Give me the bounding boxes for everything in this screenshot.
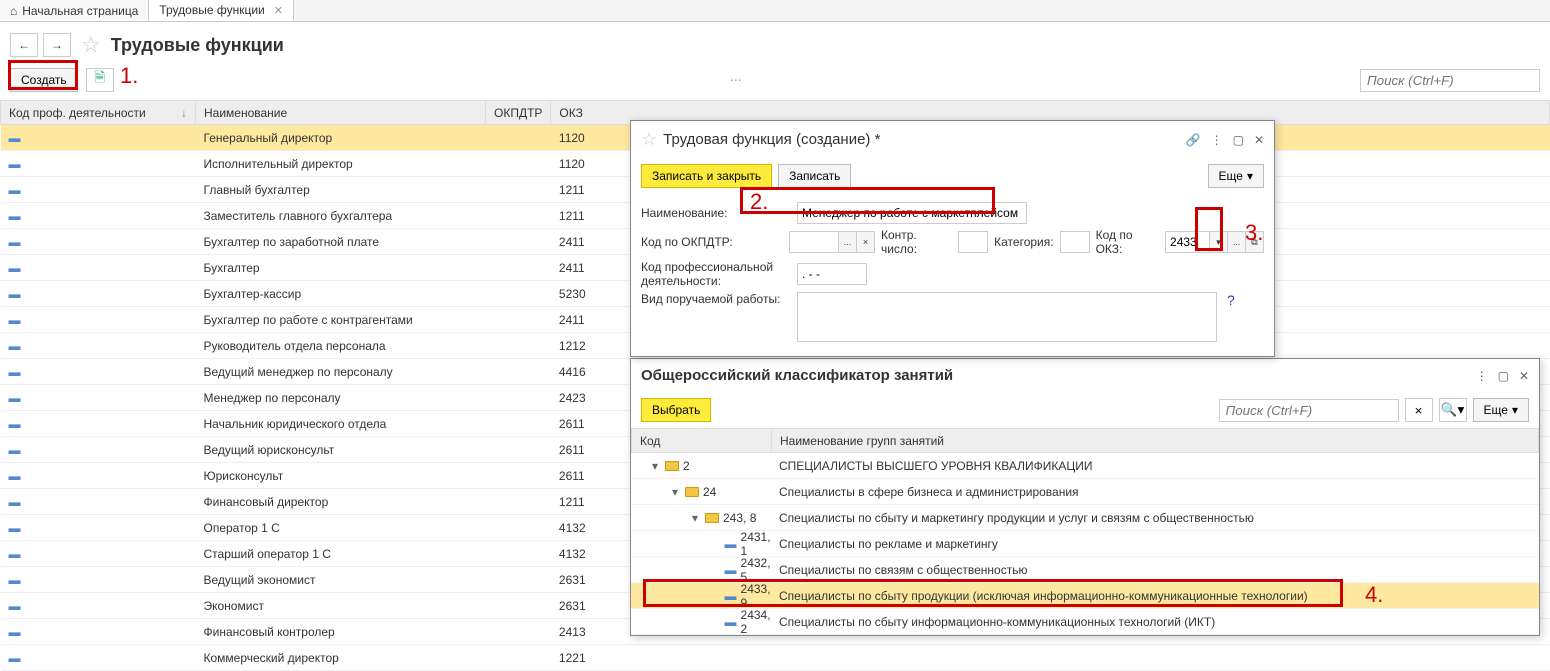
search-input[interactable] (1360, 69, 1540, 92)
forward-button[interactable]: → (43, 33, 71, 57)
more-icon[interactable]: ⋮ (1211, 133, 1223, 147)
tree-row[interactable]: ▬2432, 5Специалисты по связям с обществе… (631, 557, 1539, 583)
classifier-find[interactable]: 🔍▾ (1439, 398, 1467, 422)
more-icon[interactable]: ⋮ (1476, 369, 1488, 383)
save-button[interactable]: Записать (778, 164, 851, 188)
prof-label: Код профессиональной деятельности: (641, 260, 791, 288)
okpdtr-pick[interactable]: ... (839, 231, 857, 253)
star-icon[interactable]: ☆ (81, 32, 101, 58)
name-label: Наименование: (641, 206, 791, 220)
dialog-star-icon[interactable]: ☆ (641, 129, 657, 150)
back-button[interactable]: ← (10, 33, 38, 57)
col-code[interactable]: Код проф. деятельности↓ (1, 101, 196, 125)
okz-open[interactable]: ⧉ (1246, 231, 1264, 253)
close-icon[interactable]: ✕ (1254, 133, 1264, 147)
okpdtr-label: Код по ОКПДТР: (641, 235, 783, 249)
category-label: Категория: (994, 235, 1053, 249)
okz-field[interactable] (1165, 231, 1210, 253)
create-button[interactable]: Создать (10, 68, 78, 92)
help-icon[interactable]: ? (1227, 292, 1235, 308)
tree-row[interactable]: ▾24Специалисты в сфере бизнеса и админис… (631, 479, 1539, 505)
name-field[interactable] (797, 202, 1027, 224)
tree-row[interactable]: ▾2СПЕЦИАЛИСТЫ ВЫСШЕГО УРОВНЯ КВАЛИФИКАЦИ… (631, 453, 1539, 479)
col-okpdtr[interactable]: ОКПДТР (486, 101, 551, 125)
close-icon[interactable]: ✕ (274, 4, 283, 17)
classifier-clear[interactable]: × (1405, 398, 1433, 422)
table-row[interactable]: ▬Коммерческий директор1221 (1, 645, 1550, 671)
tree-row[interactable]: ▾243, 8Специалисты по сбыту и маркетингу… (631, 505, 1539, 531)
okz-label: Код по ОКЗ: (1096, 228, 1159, 256)
tab-functions-label: Трудовые функции (159, 3, 264, 17)
tree-row[interactable]: ▬2434, 2Специалисты по сбыту информацион… (631, 609, 1539, 635)
tree-row[interactable]: ▬2431, 1Специалисты по рекламе и маркети… (631, 531, 1539, 557)
page-title: Трудовые функции (111, 35, 284, 56)
work-label: Вид поручаемой работы: (641, 292, 791, 306)
folder-icon (685, 487, 699, 497)
check-label: Контр. число: (881, 228, 952, 256)
tab-home-label: Начальная страница (22, 4, 138, 18)
home-icon: ⌂ (10, 4, 17, 18)
category-field[interactable] (1060, 231, 1090, 253)
tab-bar: ⌂ Начальная страница Трудовые функции ✕ (0, 0, 1550, 22)
check-field[interactable] (958, 231, 988, 253)
close-icon[interactable]: ✕ (1519, 369, 1529, 383)
classifier-title: Общероссийский классификатор занятий (641, 367, 1470, 384)
okpdtr-clear[interactable]: × (857, 231, 875, 253)
work-field[interactable] (797, 292, 1217, 342)
toolbar: Создать 🗎 ⋯ (0, 68, 1550, 100)
copy-button[interactable]: 🗎 (86, 68, 114, 92)
tab-functions[interactable]: Трудовые функции ✕ (149, 0, 294, 21)
classifier-search[interactable] (1219, 399, 1399, 422)
prof-field[interactable] (797, 263, 867, 285)
okz-dropdown[interactable]: ▾ (1210, 231, 1228, 253)
tab-home[interactable]: ⌂ Начальная страница (0, 0, 149, 21)
restore-icon[interactable]: ▢ (1233, 133, 1244, 147)
col-name[interactable]: Наименование (196, 101, 486, 125)
classifier-more[interactable]: Еще ▾ (1473, 398, 1529, 422)
cls-col-code[interactable]: Код (632, 429, 772, 453)
okpdtr-field[interactable] (789, 231, 839, 253)
okz-pick[interactable]: ... (1228, 231, 1246, 253)
dialog-title: Трудовая функция (создание) * (663, 131, 1180, 148)
tree-row[interactable]: ▬2433, 9Специалисты по сбыту продукции (… (631, 583, 1539, 609)
select-button[interactable]: Выбрать (641, 398, 711, 422)
cls-col-name[interactable]: Наименование групп занятий (772, 429, 1539, 453)
create-dialog: ☆ Трудовая функция (создание) * 🔗 ⋮ ▢ ✕ … (630, 120, 1275, 357)
folder-icon (705, 513, 719, 523)
header: ← → ☆ Трудовые функции (0, 22, 1550, 68)
link-icon[interactable]: 🔗 (1186, 133, 1201, 147)
more-icon[interactable]: ⋯ (730, 73, 744, 87)
classifier-dialog: Общероссийский классификатор занятий ⋮ ▢… (630, 358, 1540, 636)
folder-icon (665, 461, 679, 471)
save-close-button[interactable]: Записать и закрыть (641, 164, 772, 188)
more-button[interactable]: Еще ▾ (1208, 164, 1264, 188)
restore-icon[interactable]: ▢ (1498, 369, 1509, 383)
